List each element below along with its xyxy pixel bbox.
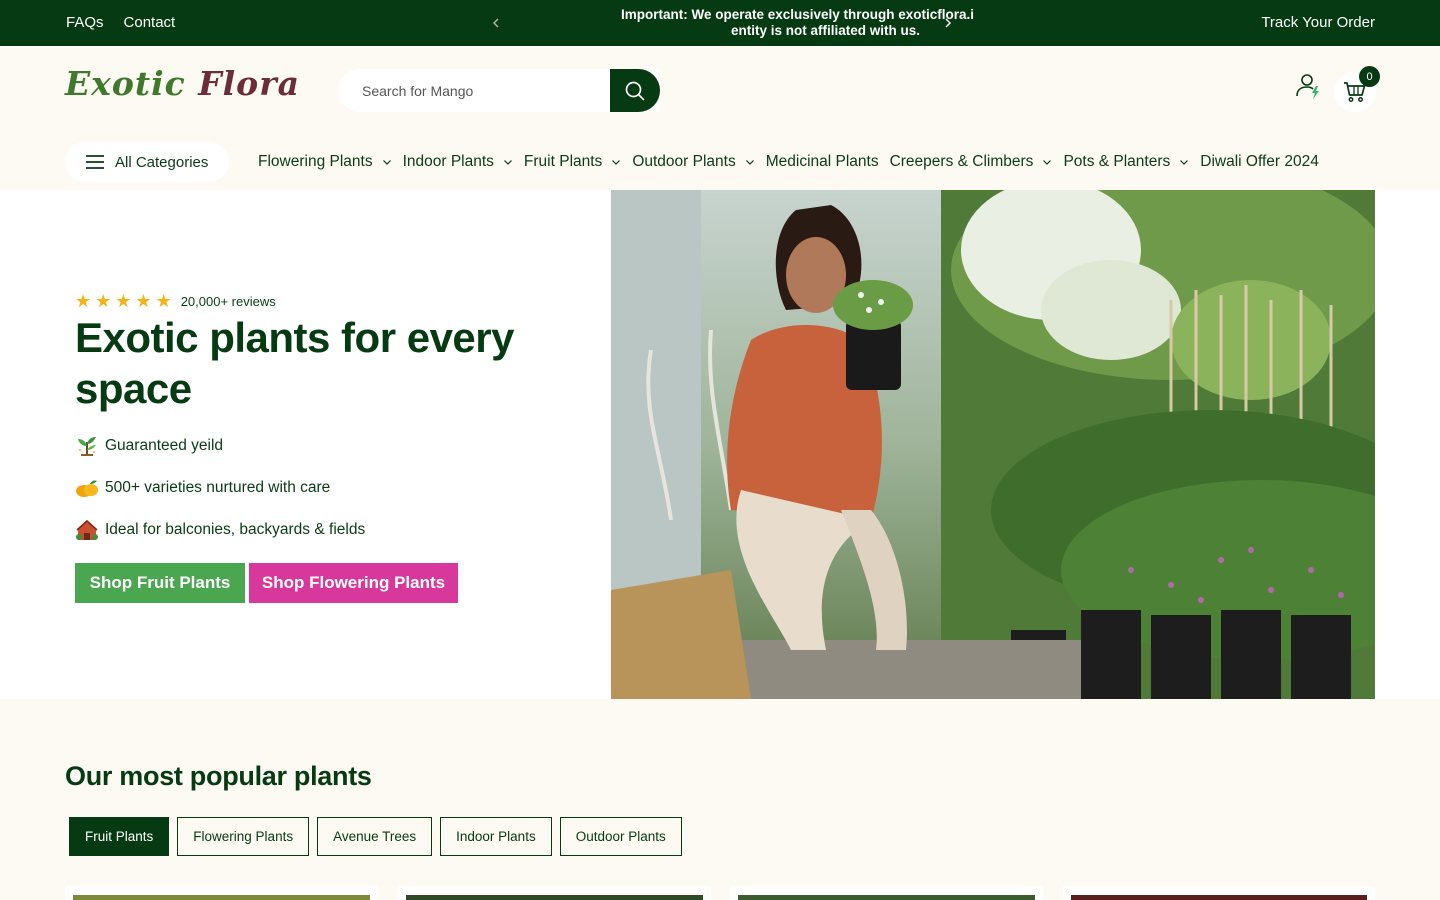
- category-tabs: Fruit Plants Flowering Plants Avenue Tre…: [69, 817, 682, 856]
- product-card[interactable]: [730, 886, 1043, 900]
- nav-item-label: Creepers & Climbers: [889, 153, 1034, 170]
- main-nav: All Categories Flowering Plants Indoor P…: [65, 142, 1319, 182]
- nav-item-label: Pots & Planters: [1063, 153, 1171, 170]
- all-categories-button[interactable]: All Categories: [65, 142, 229, 182]
- product-image: [738, 895, 1035, 900]
- product-image: [1071, 895, 1367, 900]
- feature-item: Guaranteed yeild: [75, 434, 223, 458]
- account-icon: [1296, 74, 1319, 99]
- feature-item: Ideal for balconies, backyards & fields: [75, 518, 365, 542]
- chevron-down-icon: [1043, 160, 1052, 165]
- announcement-text: Important: We operate exclusively throug…: [610, 7, 985, 39]
- star-icon: ★: [95, 291, 112, 311]
- nav-item-label: Indoor Plants: [402, 153, 494, 170]
- nav-item-outdoor-plants[interactable]: Outdoor Plants: [632, 153, 754, 171]
- nav-item-label: Diwali Offer 2024: [1200, 153, 1319, 170]
- star-icon: ★: [115, 291, 132, 311]
- cart-count-badge: 0: [1359, 66, 1380, 87]
- product-image: [406, 895, 703, 900]
- tab-indoor-plants[interactable]: Indoor Plants: [440, 817, 552, 856]
- nav-item-label: Outdoor Plants: [632, 153, 736, 170]
- faqs-link[interactable]: FAQs: [66, 14, 104, 31]
- nav-item-label: Fruit Plants: [523, 153, 603, 170]
- logo-word-2: Flora: [198, 64, 300, 103]
- rating: ★ ★ ★ ★ ★ 20,000+ reviews: [75, 292, 276, 310]
- chevron-right-icon[interactable]: [938, 12, 958, 34]
- hero-title: Exotic plants for every space: [75, 314, 515, 412]
- product-card[interactable]: [398, 886, 711, 900]
- nav-item-creepers-climbers[interactable]: Creepers & Climbers: [890, 153, 1053, 171]
- popular-plants-section: Our most popular plants Fruit Plants Flo…: [0, 699, 1440, 900]
- product-card[interactable]: [65, 886, 378, 900]
- star-icon: ★: [155, 291, 172, 311]
- nav-item-fruit-plants[interactable]: Fruit Plants: [524, 153, 621, 171]
- star-icon: ★: [75, 291, 92, 311]
- contact-link[interactable]: Contact: [124, 14, 176, 31]
- nav-item-flowering-plants[interactable]: Flowering Plants: [258, 153, 392, 171]
- tab-avenue-trees[interactable]: Avenue Trees: [317, 817, 433, 856]
- nav-item-label: Medicinal Plants: [765, 153, 879, 170]
- nav-item-diwali-offer[interactable]: Diwali Offer 2024: [1200, 153, 1319, 171]
- logo-word-1: Exotic: [65, 64, 186, 103]
- feature-text: 500+ varieties nurtured with care: [105, 479, 331, 496]
- product-cards: [65, 886, 1375, 900]
- reviews-count: 20,000+ reviews: [180, 293, 276, 309]
- chevron-down-icon: [612, 160, 621, 165]
- shop-fruit-plants-button[interactable]: Shop Fruit Plants: [75, 563, 245, 603]
- cart-button[interactable]: 0: [1334, 66, 1380, 112]
- announcement-line-1: Important: We operate exclusively throug…: [620, 7, 975, 22]
- nav-item-medicinal-plants[interactable]: Medicinal Plants: [766, 153, 879, 171]
- feature-item: 500+ varieties nurtured with care: [75, 476, 330, 500]
- menu-icon: [86, 155, 104, 169]
- chevron-down-icon: [382, 160, 391, 165]
- star-icon: ★: [135, 291, 152, 311]
- feature-text: Guaranteed yeild: [105, 437, 224, 454]
- tab-outdoor-plants[interactable]: Outdoor Plants: [559, 817, 682, 856]
- chevron-down-icon: [503, 160, 512, 165]
- track-order-link[interactable]: Track Your Order: [1261, 14, 1375, 31]
- nav-item-indoor-plants[interactable]: Indoor Plants: [403, 153, 513, 171]
- search-input[interactable]: [338, 69, 610, 112]
- plant-icon: [78, 437, 96, 456]
- announcement-bar: FAQs Contact Important: We operate exclu…: [0, 0, 1440, 46]
- search-icon: [625, 81, 645, 101]
- chevron-down-icon: [745, 160, 754, 165]
- hero-image: [611, 190, 1375, 699]
- house-icon: [76, 519, 98, 540]
- chevron-left-icon[interactable]: [486, 12, 506, 34]
- top-links: FAQs Contact: [66, 14, 175, 31]
- tab-fruit-plants[interactable]: Fruit Plants: [69, 817, 170, 856]
- nav-items: Flowering Plants Indoor Plants Fruit Pla…: [258, 142, 1319, 182]
- product-image: [73, 895, 370, 900]
- site-header: Exotic Flora 0: [0, 46, 1440, 190]
- hero-section: ★ ★ ★ ★ ★ 20,000+ reviews Exotic plants …: [0, 190, 1440, 699]
- mango-icon: [76, 480, 98, 497]
- section-title: Our most popular plants: [65, 761, 372, 791]
- tab-flowering-plants[interactable]: Flowering Plants: [177, 817, 310, 856]
- account-button[interactable]: [1294, 72, 1324, 102]
- product-card[interactable]: [1063, 886, 1375, 900]
- announcement-line-2: entity is not affiliated with us.: [730, 23, 920, 38]
- nav-item-label: Flowering Plants: [258, 153, 373, 170]
- shop-flowering-plants-button[interactable]: Shop Flowering Plants: [249, 563, 458, 603]
- nav-item-pots-planters[interactable]: Pots & Planters: [1063, 153, 1189, 171]
- search-button[interactable]: [610, 69, 660, 112]
- chevron-down-icon: [1180, 160, 1189, 165]
- logo[interactable]: Exotic Flora: [65, 64, 300, 103]
- all-categories-label: All Categories: [115, 153, 209, 171]
- search-bar: [338, 69, 660, 112]
- feature-text: Ideal for balconies, backyards & fields: [105, 521, 366, 538]
